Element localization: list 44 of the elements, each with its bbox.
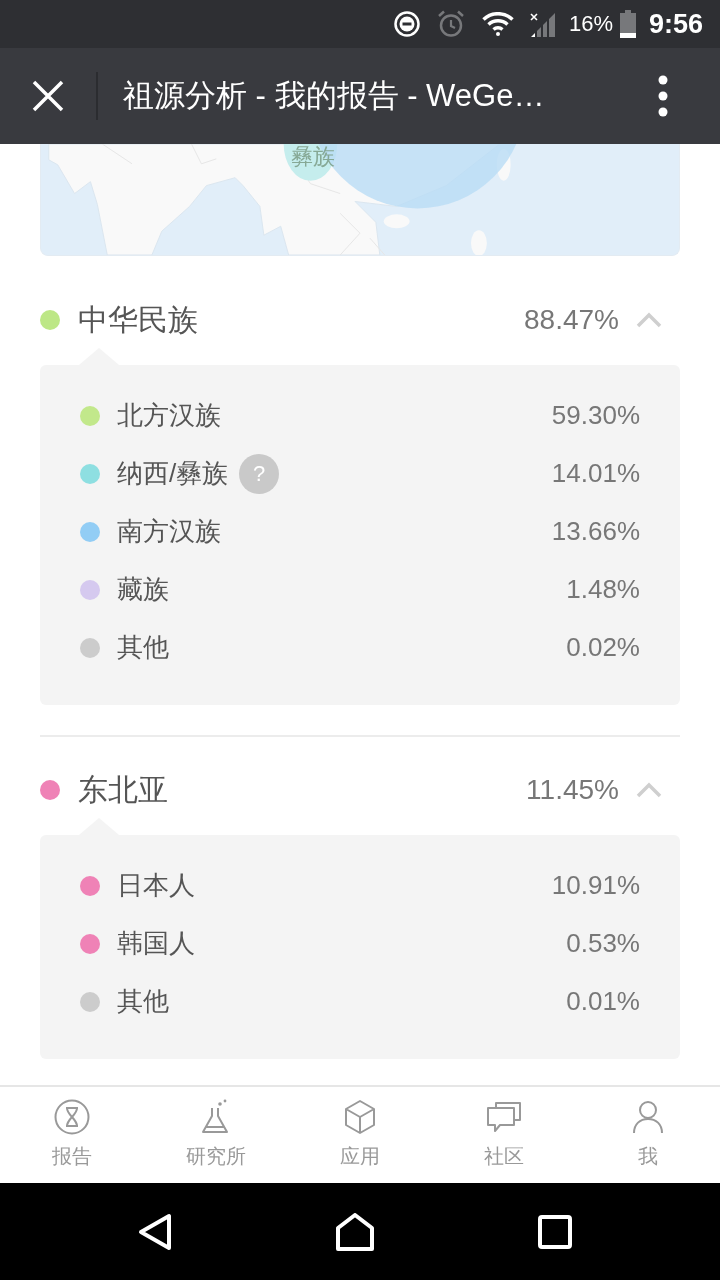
tab-item[interactable]: 研究所 <box>144 1087 288 1183</box>
clock-time: 9:56 <box>648 10 703 38</box>
close-icon <box>32 80 64 112</box>
group-name: 中华民族 <box>78 302 198 338</box>
population-percent: 14.01% <box>551 458 640 490</box>
help-button[interactable]: ? <box>239 454 280 494</box>
tab-item[interactable]: 应用 <box>288 1087 432 1183</box>
more-vertical-icon <box>658 75 668 117</box>
battery-percent: 16% <box>568 13 613 35</box>
tab-item[interactable]: 社区 <box>432 1087 576 1183</box>
population-name: 日本人 <box>117 870 195 902</box>
wifi-icon <box>481 12 514 36</box>
home-icon <box>335 1212 375 1251</box>
population-percent: 10.91% <box>551 870 640 902</box>
population-name: 南方汉族 <box>117 516 221 548</box>
tab-item[interactable]: 报告 <box>0 1087 144 1183</box>
population-percent: 0.53% <box>566 928 640 960</box>
minus-circle-icon <box>393 11 420 37</box>
group-name: 东北亚 <box>78 772 168 808</box>
map-label: 彝族 <box>291 145 335 170</box>
signal-icon <box>528 10 557 38</box>
population-percent: 59.30% <box>551 400 640 432</box>
population-percent: 0.02% <box>566 632 640 664</box>
back-triangle-icon <box>138 1212 172 1251</box>
group-percent: 11.45% <box>526 773 619 807</box>
person-icon <box>630 1099 666 1135</box>
window-title: 祖源分析 - 我的报告 - WeGe… <box>123 77 546 115</box>
population-name: 藏族 <box>117 574 169 606</box>
chat-bubbles-icon <box>486 1099 522 1135</box>
square-icon <box>538 1214 572 1249</box>
battery-icon <box>618 10 637 38</box>
population-name: 韩国人 <box>117 928 195 960</box>
population-percent: 13.66% <box>551 516 640 548</box>
population-percent: 0.01% <box>566 986 640 1018</box>
hourglass-circle-icon <box>54 1099 90 1135</box>
population-percent: 1.48% <box>566 574 640 606</box>
cube-icon <box>342 1099 378 1135</box>
group-percent: 88.47% <box>524 303 619 337</box>
population-name: 其他 <box>117 632 169 664</box>
population-name: 北方汉族 <box>117 400 221 432</box>
population-name: 纳西/彝族 <box>117 458 229 490</box>
alarm-clock-icon <box>436 10 465 38</box>
tab-item[interactable]: 我 <box>576 1087 720 1183</box>
population-name: 其他 <box>117 986 169 1018</box>
